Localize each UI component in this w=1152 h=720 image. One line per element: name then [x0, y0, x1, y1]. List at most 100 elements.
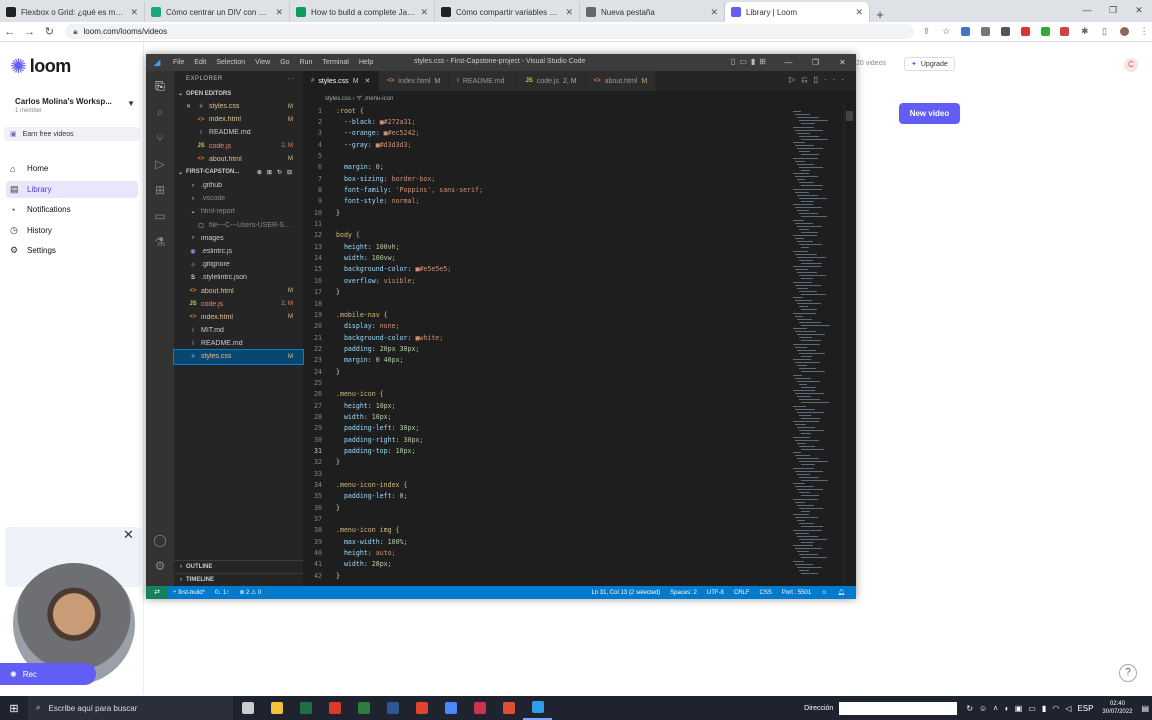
language-mode[interactable]: CSS [755, 590, 777, 596]
code-line[interactable]: 24} [303, 366, 783, 377]
open-editors-section[interactable]: ⌄ OPEN EDITORS [174, 87, 303, 100]
browser-tab[interactable]: Nueva pestaña ✕ [580, 2, 725, 22]
close-icon[interactable]: ✕ [565, 7, 573, 18]
file-item[interactable]: <> index.html M [174, 311, 303, 324]
menu-selection[interactable]: Selection [211, 59, 250, 66]
notifications-icon[interactable]: ▤ [1141, 704, 1149, 713]
file-item[interactable]: › .vscode [174, 192, 303, 205]
code-line[interactable]: 21 background-color: ■white; [303, 332, 783, 343]
file-item[interactable]: › .github [174, 179, 303, 192]
cursor-position[interactable]: Ln 31, Col 13 (2 selected) [586, 590, 665, 596]
file-item[interactable]: i MIT.md [174, 324, 303, 337]
new-tab-button[interactable]: + [870, 7, 890, 22]
puzzle-icon[interactable]: ✱ [1077, 24, 1093, 40]
app-pink-taskbar-icon[interactable] [465, 696, 494, 720]
input-language[interactable]: ESP [1077, 704, 1093, 713]
menu-file[interactable]: File [168, 59, 189, 66]
chrome-taskbar-icon[interactable] [436, 696, 465, 720]
reload-icon[interactable]: ↻ [40, 25, 60, 38]
code-line[interactable]: 13 height: 100vh; [303, 241, 783, 252]
eol-status[interactable]: CRLF [729, 590, 755, 596]
code-line[interactable]: 10} [303, 207, 783, 218]
close-icon[interactable]: ✕ [123, 527, 134, 543]
sidebar-item-notifications[interactable]: ◔ Notifications [6, 201, 138, 218]
file-item[interactable]: <> about.html M [174, 153, 303, 166]
close-icon[interactable]: ✕ [365, 77, 371, 85]
remote-icon[interactable]: ⇄ [146, 586, 168, 599]
code-editor[interactable]: 1:root {2 --black: ■#272a31; 3 --orange: … [303, 105, 783, 586]
code-line[interactable]: 29 padding-left: 30px; [303, 423, 783, 434]
explorer-actions[interactable]: ⊕⊞↻⊟ [257, 169, 297, 176]
live-server-port[interactable]: Port : 5501 [777, 590, 816, 596]
help-button[interactable]: ? [1119, 664, 1137, 682]
code-line[interactable]: 23 margin: 0 40px; [303, 355, 783, 366]
code-line[interactable]: 26 .menu-icon { [303, 389, 783, 400]
chevron-up-icon[interactable]: ˄ [993, 704, 998, 713]
file-item[interactable]: # styles.css M [173, 349, 304, 365]
forward-icon[interactable]: → [20, 26, 40, 38]
tab-code-js[interactable]: JS code.js 2, M [517, 71, 586, 91]
browser-tab[interactable]: Cómo compartir variables en HT ✕ [435, 2, 580, 22]
search-icon[interactable]: ⌕ [152, 105, 168, 121]
account-icon[interactable]: ◯ [152, 533, 168, 549]
file-item[interactable]: i README.md [174, 126, 303, 139]
star-icon[interactable]: ☆ [938, 24, 954, 40]
upgrade-button[interactable]: ✦ Upgrade [904, 57, 955, 71]
code-line[interactable]: 7 box-sizing: border-box; [303, 173, 783, 184]
code-line[interactable]: 41 width: 28px; [303, 559, 783, 570]
encoding-status[interactable]: UTF-8 [702, 590, 729, 596]
branch-status[interactable]: ⑂ first-build* [168, 590, 210, 596]
code-line[interactable]: 1:root { [303, 105, 783, 116]
git-taskbar-icon[interactable] [494, 696, 523, 720]
sync-status[interactable]: 0↓ 1↑ [210, 590, 234, 596]
browser-tab[interactable]: Cómo centrar un DIV con CSS ✕ [145, 2, 290, 22]
file-item[interactable]: <> index.html M [174, 113, 303, 126]
more-icon[interactable]: ··· [288, 76, 296, 82]
files-icon[interactable]: ⎘ [152, 79, 168, 95]
code-line[interactable]: 33 [303, 468, 783, 479]
source-control-icon[interactable]: ⑂ [152, 131, 168, 147]
taskbar-search[interactable]: ⌕ Escribe aquí para buscar [28, 696, 233, 720]
outline-section[interactable]: › OUTLINE [174, 560, 303, 573]
code-line[interactable]: 17} [303, 287, 783, 298]
tab-index-html[interactable]: <> index.html M [379, 71, 450, 91]
code-line[interactable]: 22 padding: 20px 30px; [303, 343, 783, 354]
extension-icon[interactable] [1057, 24, 1073, 40]
code-line[interactable]: 38 .menu-icon img { [303, 525, 783, 536]
code-line[interactable]: 35 padding-left: 0; [303, 491, 783, 502]
code-line[interactable]: 16 overflow: visible; [303, 275, 783, 286]
tab-about-html[interactable]: <> about.html M [585, 71, 657, 91]
clock[interactable]: 02:40 30/07/2022 [1102, 700, 1132, 716]
file-item[interactable]: JS code.js 2, M [174, 140, 303, 153]
tab-styles-css[interactable]: # styles.css M ✕ [303, 71, 380, 91]
code-line[interactable]: 20 display: none; [303, 321, 783, 332]
code-line[interactable]: 32} [303, 457, 783, 468]
address-toolbar-input[interactable] [839, 701, 958, 715]
menu-help[interactable]: Help [354, 59, 378, 66]
file-explorer-taskbar-icon[interactable] [262, 696, 291, 720]
indentation-status[interactable]: Spaces: 2 [665, 590, 702, 596]
battery-icon[interactable]: ▮ [1042, 704, 1046, 713]
loom-logo[interactable]: ✺ loom [10, 54, 71, 79]
extension-icon[interactable] [998, 24, 1014, 40]
project-taskbar-icon[interactable] [349, 696, 378, 720]
tab-README-md[interactable]: i README.md [449, 71, 518, 91]
code-line[interactable]: 6 margin: 0; [303, 162, 783, 173]
sidebar-item-library[interactable]: ▤ Library [6, 180, 138, 198]
file-item[interactable]: ✕ # styles.css M [174, 100, 303, 113]
breadcrumb[interactable]: styles.css › 🝖 .menu-icon [303, 91, 856, 105]
file-item[interactable]: ▢ file---C---Users-USER-SOURC... [174, 219, 303, 232]
code-line[interactable]: 15 background-color: ■#e5e5e5; [303, 264, 783, 275]
close-icon[interactable]: ✕ [1126, 0, 1152, 20]
file-item[interactable]: JS code.js 2, M [174, 298, 303, 311]
scrollbar-thumb[interactable] [846, 111, 853, 121]
avatar[interactable]: C [1124, 58, 1138, 72]
extensions-icon[interactable]: ⊞ [152, 183, 168, 199]
extension-icon[interactable] [1037, 24, 1053, 40]
refresh-icon[interactable]: ↻ [966, 704, 973, 713]
code-line[interactable]: 2 --black: ■#272a31; [303, 116, 783, 127]
code-line[interactable]: 25 [303, 377, 783, 388]
close-icon[interactable]: ✕ [130, 7, 138, 18]
close-icon[interactable]: ✕ [829, 54, 856, 71]
extension-icon[interactable] [978, 24, 994, 40]
